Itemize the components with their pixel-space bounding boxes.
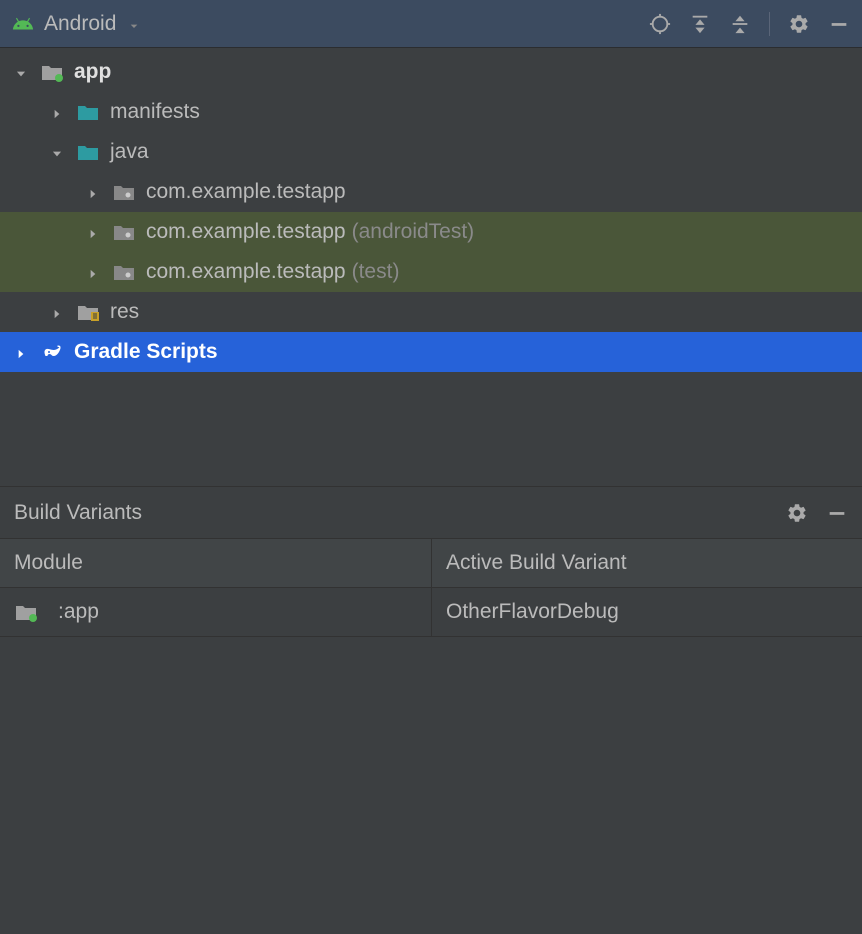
variant-cell[interactable]: OtherFlavorDebug [432,588,862,636]
tree-label: java [110,140,149,164]
tree-node-package-test[interactable]: com.example.testapp (test) [0,252,862,292]
package-folder-icon [112,262,136,282]
folder-icon [76,102,100,122]
minimize-icon[interactable] [826,502,848,524]
tree-label: Gradle Scripts [74,340,218,364]
chevron-right-icon [86,263,104,281]
gradle-icon [40,342,64,362]
tree-label: com.example.testapp [146,180,346,204]
android-icon [12,13,34,35]
tree-suffix: (androidTest) [352,220,475,244]
resource-folder-icon [76,302,100,322]
module-folder-icon [40,62,64,82]
table-row[interactable]: :app OtherFlavorDebug [0,588,862,637]
tree-node-app[interactable]: app [0,52,862,92]
expand-all-icon[interactable] [689,13,711,35]
tree-label: com.example.testapp [146,220,346,244]
folder-icon [76,142,100,162]
module-name: :app [58,600,99,624]
target-icon[interactable] [649,13,671,35]
build-variants-body [0,637,862,934]
chevron-down-icon [126,16,142,32]
tree-node-package-main[interactable]: com.example.testapp [0,172,862,212]
tree-label: com.example.testapp [146,260,346,284]
chevron-right-icon [86,183,104,201]
toolbar-actions [649,12,850,36]
tree-label: manifests [110,100,200,124]
tree-node-gradle-scripts[interactable]: Gradle Scripts [0,332,862,372]
table-header: Module Active Build Variant [0,539,862,588]
chevron-right-icon [86,223,104,241]
gear-icon[interactable] [786,502,808,524]
module-folder-icon [14,602,38,622]
tree-node-package-androidtest[interactable]: com.example.testapp (androidTest) [0,212,862,252]
column-module: Module [0,539,432,587]
project-toolbar: Android [0,0,862,48]
tree-node-java[interactable]: java [0,132,862,172]
minimize-icon[interactable] [828,13,850,35]
tree-node-res[interactable]: res [0,292,862,332]
toolbar-divider [769,12,770,36]
project-tree: app manifests java com.example.testapp [0,48,862,486]
chevron-down-icon [50,143,68,161]
chevron-right-icon [50,303,68,321]
tree-label: app [74,60,111,84]
chevron-right-icon [50,103,68,121]
package-folder-icon [112,222,136,242]
collapse-all-icon[interactable] [729,13,751,35]
chevron-right-icon [14,343,32,361]
package-folder-icon [112,182,136,202]
build-variants-table: Module Active Build Variant :app OtherFl… [0,539,862,637]
view-selector[interactable]: Android [12,12,649,36]
module-cell: :app [0,588,432,636]
chevron-down-icon [14,63,32,81]
build-variants-header: Build Variants [0,487,862,539]
build-variants-panel: Build Variants Module Active Build Varia… [0,486,862,934]
tree-label: res [110,300,139,324]
column-variant: Active Build Variant [432,539,862,587]
gear-icon[interactable] [788,13,810,35]
tree-node-manifests[interactable]: manifests [0,92,862,132]
tree-suffix: (test) [352,260,400,284]
view-title: Android [44,12,116,36]
panel-title: Build Variants [14,501,786,525]
